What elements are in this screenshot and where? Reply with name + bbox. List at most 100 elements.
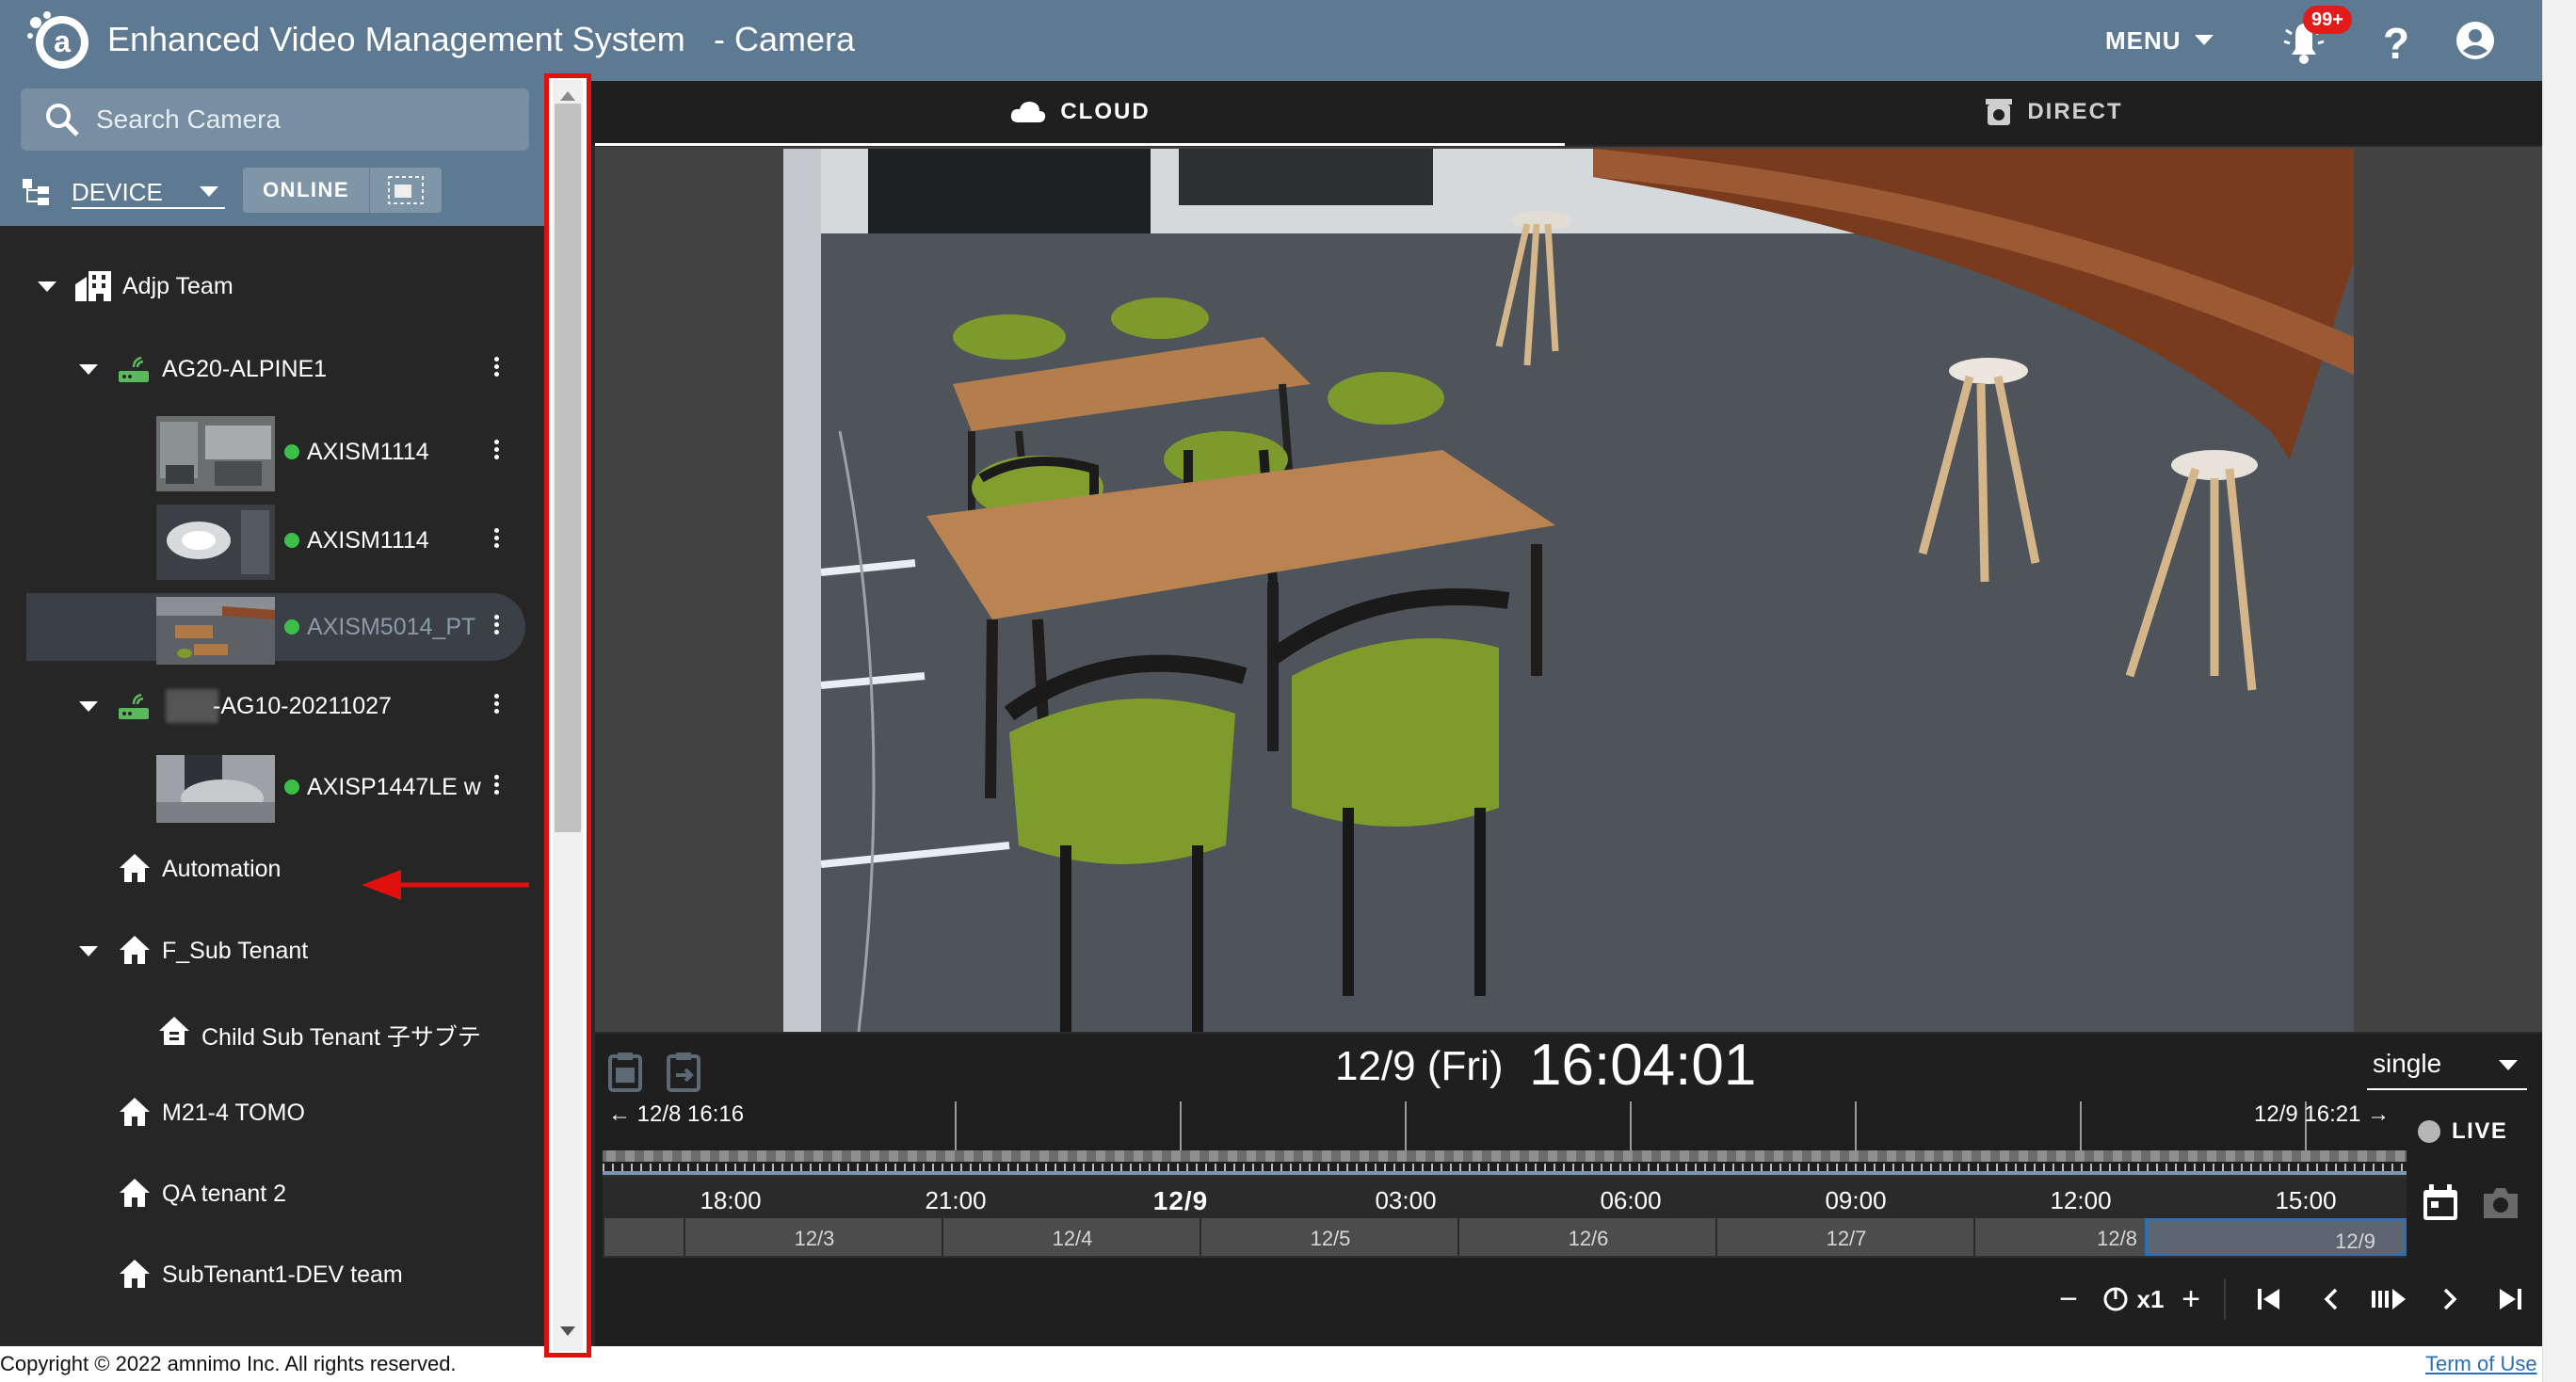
timeline-segment: [1341, 1150, 1350, 1162]
next-button[interactable]: [2431, 1277, 2469, 1322]
day-cell[interactable]: 12/5: [1199, 1218, 1459, 1256]
tab-direct[interactable]: DIRECT: [1565, 81, 2542, 143]
terms-of-use-link[interactable]: Term of Use: [2425, 1346, 2537, 1382]
clipboard-icon[interactable]: [606, 1051, 644, 1092]
timeline-minor-tick: [2231, 1164, 2233, 1171]
help-icon[interactable]: ?: [2373, 13, 2420, 70]
tree-item-f-sub-tenant[interactable]: F_Sub Tenant: [0, 923, 544, 979]
speed-increase-button[interactable]: +: [2177, 1277, 2205, 1322]
tree-item-gateway[interactable]: AG20-ALPINE1: [0, 341, 544, 397]
timeline-segment: [1322, 1150, 1331, 1162]
timeline-minor-tick: [1827, 1164, 1828, 1171]
tree-item-camera-selected[interactable]: AXISM5014_PT: [0, 597, 544, 665]
tree-item-subtenant1-dev-team[interactable]: SubTenant1-DEV team: [0, 1246, 544, 1303]
timeline-minor-tick: [2128, 1164, 2130, 1171]
timeline-segment: [1397, 1150, 1407, 1162]
day-cell[interactable]: 12/8: [1973, 1218, 2145, 1256]
day-cell[interactable]: 12/7: [1715, 1218, 1975, 1256]
camera-icon: [1986, 99, 2013, 125]
timeline-minor-tick: [1968, 1164, 1970, 1171]
account-icon[interactable]: [2452, 17, 2499, 64]
tab-cloud[interactable]: CLOUD: [595, 81, 1565, 146]
camera-thumbnail: [156, 416, 275, 491]
map-view-button[interactable]: [369, 168, 442, 213]
timeline-segment: [1077, 1150, 1087, 1162]
timeline-minor-tick: [725, 1164, 727, 1171]
timeline-minor-tick: [603, 1164, 604, 1171]
hour-label-date: 12/9: [1152, 1186, 1209, 1215]
tree-item-child-sub-tenant[interactable]: Child Sub Tenant 子サブテ: [0, 1004, 544, 1060]
live-indicator-icon: [2418, 1120, 2440, 1143]
more-options-icon[interactable]: [491, 525, 501, 555]
tree-item-label: SubTenant1-DEV team: [162, 1261, 403, 1288]
timeline-segment: [2226, 1150, 2235, 1162]
scroll-down-icon[interactable]: [560, 1326, 575, 1336]
redacted-block: [166, 689, 218, 723]
skip-end-button[interactable]: [2491, 1277, 2529, 1322]
timeline-segment: [1247, 1150, 1256, 1162]
more-options-icon[interactable]: [491, 691, 501, 721]
day-cell[interactable]: 12/3: [684, 1218, 943, 1256]
timeline-minor-tick: [1478, 1164, 1480, 1171]
caret-down-icon[interactable]: [79, 364, 98, 375]
caret-down-icon[interactable]: [79, 701, 98, 712]
timeline-minor-tick: [1864, 1164, 1866, 1171]
more-options-icon[interactable]: [491, 437, 501, 467]
tree-item-camera[interactable]: AXISM1114: [0, 505, 544, 580]
live-button[interactable]: LIVE: [2418, 1107, 2531, 1156]
more-options-icon[interactable]: [491, 612, 501, 642]
more-options-icon[interactable]: [491, 772, 501, 802]
caret-down-icon[interactable]: [79, 946, 98, 956]
timeline-range-end[interactable]: 12/9 16:21 →: [2254, 1101, 2390, 1128]
timeline-segment: [2075, 1150, 2085, 1162]
device-select[interactable]: DEVICE: [21, 169, 230, 217]
layout-mode-select[interactable]: single: [2367, 1043, 2527, 1090]
caret-down-icon[interactable]: [38, 281, 56, 292]
video-frame[interactable]: [783, 149, 2354, 1032]
online-filter-button[interactable]: ONLINE: [243, 168, 369, 213]
search-input[interactable]: [94, 104, 493, 136]
timeline-range-start[interactable]: ← 12/8 16:16: [608, 1101, 744, 1128]
day-cell[interactable]: [603, 1218, 685, 1256]
camera-thumbnail: [156, 597, 275, 665]
tree-item-adjp-team[interactable]: Adjp Team: [0, 258, 544, 314]
play-button[interactable]: [2367, 1277, 2410, 1322]
logo-icon[interactable]: a: [24, 9, 96, 72]
timeline-minor-tick: [687, 1164, 689, 1171]
timeline-minor-tick: [2373, 1164, 2375, 1171]
timeline-minor-tick: [979, 1164, 981, 1171]
prev-button[interactable]: [2312, 1277, 2350, 1322]
tree-item-qa-tenant-2[interactable]: QA tenant 2: [0, 1165, 544, 1222]
timeline-minor-tick: [951, 1164, 953, 1171]
day-cell[interactable]: 12/4: [942, 1218, 1201, 1256]
status-online-icon: [284, 444, 299, 459]
timeline-days[interactable]: 12/3 12/4 12/5 12/6 12/7 12/8 12/9: [603, 1218, 2407, 1256]
skip-start-icon: [2258, 1289, 2279, 1310]
timeline-minor-tick: [1949, 1164, 1951, 1171]
day-cell-selected[interactable]: 12/9: [2145, 1218, 2407, 1256]
sidebar-scrollbar-thumb[interactable]: [555, 104, 581, 832]
timeline-minor-tick: [894, 1164, 896, 1171]
router-icon: [119, 356, 149, 382]
timeline-segment: [813, 1150, 823, 1162]
skip-start-button[interactable]: [2250, 1277, 2288, 1322]
tree-item-gateway[interactable]: -AG10-20211027: [0, 678, 544, 734]
tree-item-m21-4-tomo[interactable]: M21-4 TOMO: [0, 1085, 544, 1141]
clipboard-copy-icon[interactable]: [665, 1051, 702, 1092]
page-scrollbar[interactable]: [2542, 0, 2576, 1382]
more-options-icon[interactable]: [491, 354, 501, 384]
tree-item-camera[interactable]: AXISM1114: [0, 416, 544, 491]
snapshot-icon[interactable]: [2480, 1184, 2521, 1222]
speed-decrease-button[interactable]: −: [2054, 1277, 2083, 1322]
timeline-minor-tick: [763, 1164, 765, 1171]
tree-item-label: -AG10-20211027: [213, 693, 392, 719]
timeline-minor-tick: [1036, 1164, 1038, 1171]
timeline-segment: [1265, 1150, 1275, 1162]
day-cell[interactable]: 12/6: [1457, 1218, 1717, 1256]
tree-item-camera[interactable]: AXISP1447LE w: [0, 755, 544, 823]
timeline-minor-tick: [1977, 1164, 1979, 1171]
scroll-up-icon[interactable]: [560, 91, 575, 101]
search-box[interactable]: [21, 88, 529, 151]
calendar-icon[interactable]: [2420, 1182, 2461, 1224]
menu-button[interactable]: MENU: [2105, 19, 2214, 62]
